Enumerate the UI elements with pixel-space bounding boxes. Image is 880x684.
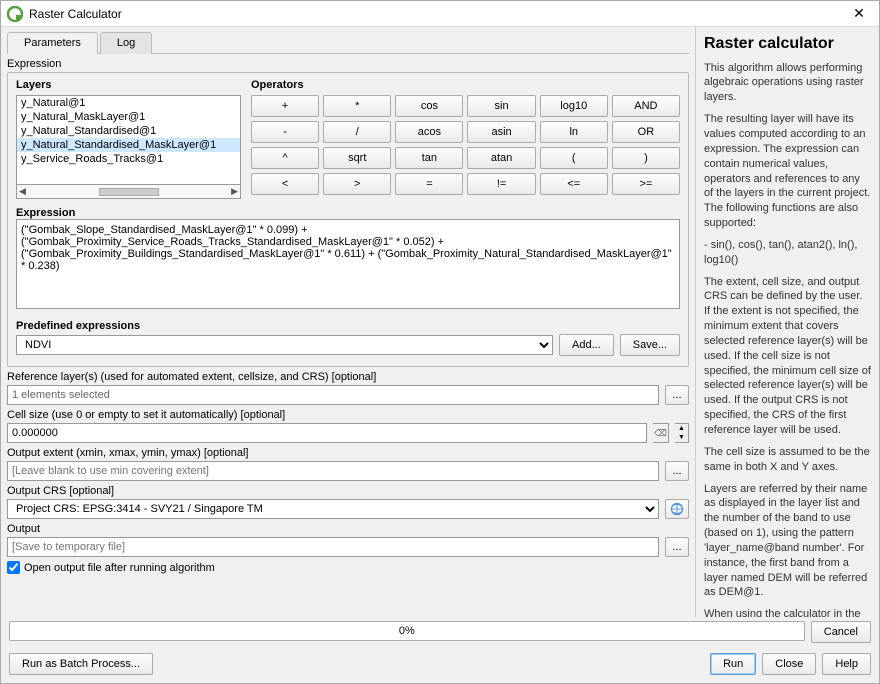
main-area: Parameters Log Expression Layers y_Natur… — [1, 27, 879, 617]
cellsize-label: Cell size (use 0 or empty to set it auto… — [7, 409, 689, 421]
reference-layers-browse[interactable]: ... — [665, 385, 689, 405]
help-text: When using the calculator in the batch i… — [704, 607, 871, 617]
run-button[interactable]: Run — [710, 653, 756, 675]
qgis-icon — [7, 6, 23, 22]
help-text: The extent, cell size, and output CRS ca… — [704, 275, 871, 438]
op-asin[interactable]: asin — [467, 121, 535, 143]
op-rparen[interactable]: ) — [612, 147, 680, 169]
cellsize-input[interactable] — [7, 423, 647, 443]
parameters-body: Expression Layers y_Natural@1 y_Natural_… — [7, 54, 689, 617]
open-after-label: Open output file after running algorithm — [24, 562, 215, 574]
help-text: The resulting layer will have its values… — [704, 112, 871, 231]
op-atan[interactable]: atan — [467, 147, 535, 169]
op-plus[interactable]: + — [251, 95, 319, 117]
extent-label: Output extent (xmin, xmax, ymin, ymax) [… — [7, 447, 689, 459]
op-lparen[interactable]: ( — [540, 147, 608, 169]
scroll-right-icon[interactable]: ▶ — [231, 186, 238, 197]
save-button[interactable]: Save... — [620, 334, 680, 356]
operators-header: Operators — [251, 79, 680, 91]
list-item[interactable]: y_Natural_Standardised_MaskLayer@1 — [17, 138, 240, 152]
op-ln[interactable]: ln — [540, 121, 608, 143]
help-button[interactable]: Help — [822, 653, 871, 675]
window-title: Raster Calculator — [29, 7, 845, 21]
add-button[interactable]: Add... — [559, 334, 614, 356]
op-sqrt[interactable]: sqrt — [323, 147, 391, 169]
layers-header: Layers — [16, 79, 241, 91]
raster-calculator-dialog: Raster Calculator ✕ Parameters Log Expre… — [0, 0, 880, 684]
crs-label: Output CRS [optional] — [7, 485, 689, 497]
op-lt[interactable]: < — [251, 173, 319, 195]
cancel-button[interactable]: Cancel — [811, 621, 871, 643]
tab-parameters[interactable]: Parameters — [7, 32, 98, 54]
crs-select[interactable]: Project CRS: EPSG:3414 - SVY21 / Singapo… — [7, 499, 659, 519]
left-panel: Parameters Log Expression Layers y_Natur… — [1, 27, 695, 617]
op-minus[interactable]: - — [251, 121, 319, 143]
op-ne[interactable]: != — [467, 173, 535, 195]
close-icon[interactable]: ✕ — [845, 5, 873, 22]
cellsize-clear-icon[interactable]: ⌫ — [653, 423, 669, 443]
horizontal-scrollbar[interactable]: ◀ ▶ — [16, 185, 241, 199]
op-pow[interactable]: ^ — [251, 147, 319, 169]
progress-row: 0% Cancel — [1, 617, 879, 647]
expression-label: Expression — [16, 207, 680, 219]
output-input[interactable] — [7, 537, 659, 557]
bottom-bar: Run as Batch Process... Run Close Help — [1, 647, 879, 683]
op-log10[interactable]: log10 — [540, 95, 608, 117]
help-text: Layers are referred by their name as dis… — [704, 482, 871, 601]
output-browse[interactable]: ... — [665, 537, 689, 557]
op-acos[interactable]: acos — [395, 121, 463, 143]
reference-layers-value: 1 elements selected — [7, 385, 659, 405]
help-text: The cell size is assumed to be the same … — [704, 445, 871, 475]
extent-browse[interactable]: ... — [665, 461, 689, 481]
reference-layers-label: Reference layer(s) (used for automated e… — [7, 371, 689, 383]
scroll-thumb[interactable] — [99, 188, 159, 196]
list-item[interactable]: y_Service_Roads_Tracks@1 — [17, 152, 240, 166]
help-panel: Raster calculator This algorithm allows … — [695, 27, 879, 617]
op-and[interactable]: AND — [612, 95, 680, 117]
output-label: Output — [7, 523, 689, 535]
progress-text: 0% — [399, 625, 415, 637]
titlebar: Raster Calculator ✕ — [1, 1, 879, 27]
op-ge[interactable]: >= — [612, 173, 680, 195]
crs-picker-button[interactable] — [665, 499, 689, 519]
progress-bar: 0% — [9, 621, 805, 641]
predefined-label: Predefined expressions — [16, 320, 680, 332]
op-tan[interactable]: tan — [395, 147, 463, 169]
cellsize-spinner[interactable]: ▲▼ — [675, 423, 689, 443]
expression-groupbox: Layers y_Natural@1 y_Natural_MaskLayer@1… — [7, 72, 689, 367]
spinner-up-icon[interactable]: ▲ — [675, 424, 688, 433]
list-item[interactable]: y_Natural_MaskLayer@1 — [17, 110, 240, 124]
layers-list[interactable]: y_Natural@1 y_Natural_MaskLayer@1 y_Natu… — [16, 95, 241, 185]
tab-log[interactable]: Log — [100, 32, 152, 54]
help-text: This algorithm allows performing algebra… — [704, 61, 871, 106]
help-text: - sin(), cos(), tan(), atan2(), ln(), lo… — [704, 238, 871, 268]
op-cos[interactable]: cos — [395, 95, 463, 117]
op-or[interactable]: OR — [612, 121, 680, 143]
list-item[interactable]: y_Natural@1 — [17, 96, 240, 110]
predefined-select[interactable]: NDVI — [16, 335, 553, 355]
expression-input[interactable] — [16, 219, 680, 309]
extent-input[interactable] — [7, 461, 659, 481]
open-after-checkbox[interactable] — [7, 561, 20, 574]
spinner-down-icon[interactable]: ▼ — [675, 433, 688, 442]
op-le[interactable]: <= — [540, 173, 608, 195]
scroll-left-icon[interactable]: ◀ — [19, 186, 26, 197]
run-batch-button[interactable]: Run as Batch Process... — [9, 653, 153, 675]
tabs: Parameters Log — [7, 31, 689, 54]
list-item[interactable]: y_Natural_Standardised@1 — [17, 124, 240, 138]
help-title: Raster calculator — [704, 33, 871, 55]
op-times[interactable]: * — [323, 95, 391, 117]
op-eq[interactable]: = — [395, 173, 463, 195]
expression-section-label: Expression — [7, 58, 689, 70]
op-sin[interactable]: sin — [467, 95, 535, 117]
op-gt[interactable]: > — [323, 173, 391, 195]
close-button[interactable]: Close — [762, 653, 816, 675]
operators-grid: + * cos sin log10 AND - / acos asin ln — [251, 95, 680, 195]
op-div[interactable]: / — [323, 121, 391, 143]
